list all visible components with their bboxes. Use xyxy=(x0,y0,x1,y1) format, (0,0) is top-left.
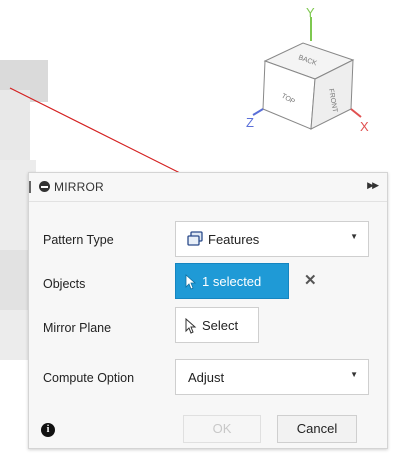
cancel-button[interactable]: Cancel xyxy=(277,415,357,443)
ok-button[interactable]: OK xyxy=(183,415,261,443)
pattern-type-dropdown[interactable]: Features ▼ xyxy=(175,221,369,257)
dialog-header[interactable]: MIRROR ▶▶ xyxy=(29,173,387,202)
cursor-arrow-outline-icon xyxy=(184,317,198,337)
mirror-plane-value: Select xyxy=(202,318,239,333)
expand-icon[interactable]: ▶▶ xyxy=(367,180,379,191)
objects-selection-value: 1 selected xyxy=(202,274,262,289)
dialog-title: MIRROR xyxy=(54,180,104,194)
chevron-down-icon: ▼ xyxy=(350,232,358,241)
info-icon[interactable]: i xyxy=(41,423,55,437)
drag-grip[interactable] xyxy=(29,181,31,193)
pattern-type-value: Features xyxy=(208,232,260,247)
compute-option-label: Compute Option xyxy=(43,371,135,385)
objects-label: Objects xyxy=(43,277,86,291)
axis-y-label: Y xyxy=(306,5,315,20)
pattern-type-label: Pattern Type xyxy=(43,233,114,247)
clear-selection-icon[interactable]: ✕ xyxy=(304,271,317,289)
mirror-plane-select-button[interactable]: Select xyxy=(175,307,259,343)
mirror-plane-label: Mirror Plane xyxy=(43,321,112,335)
chevron-down-icon: ▼ xyxy=(350,370,358,379)
features-icon xyxy=(186,230,204,251)
view-cube[interactable]: Y BACK TOP FRONT Z X xyxy=(245,5,375,135)
axis-z-label: Z xyxy=(246,115,254,130)
compute-option-value: Adjust xyxy=(188,370,225,385)
objects-selection-button[interactable]: 1 selected xyxy=(175,263,289,299)
mirror-dialog: MIRROR ▶▶ Pattern Type Features ▼ Object… xyxy=(28,172,388,449)
axis-x-label: X xyxy=(360,119,369,134)
collapse-icon[interactable] xyxy=(39,181,50,192)
cursor-arrow-icon xyxy=(184,274,198,293)
compute-option-dropdown[interactable]: Adjust ▼ xyxy=(175,359,369,395)
